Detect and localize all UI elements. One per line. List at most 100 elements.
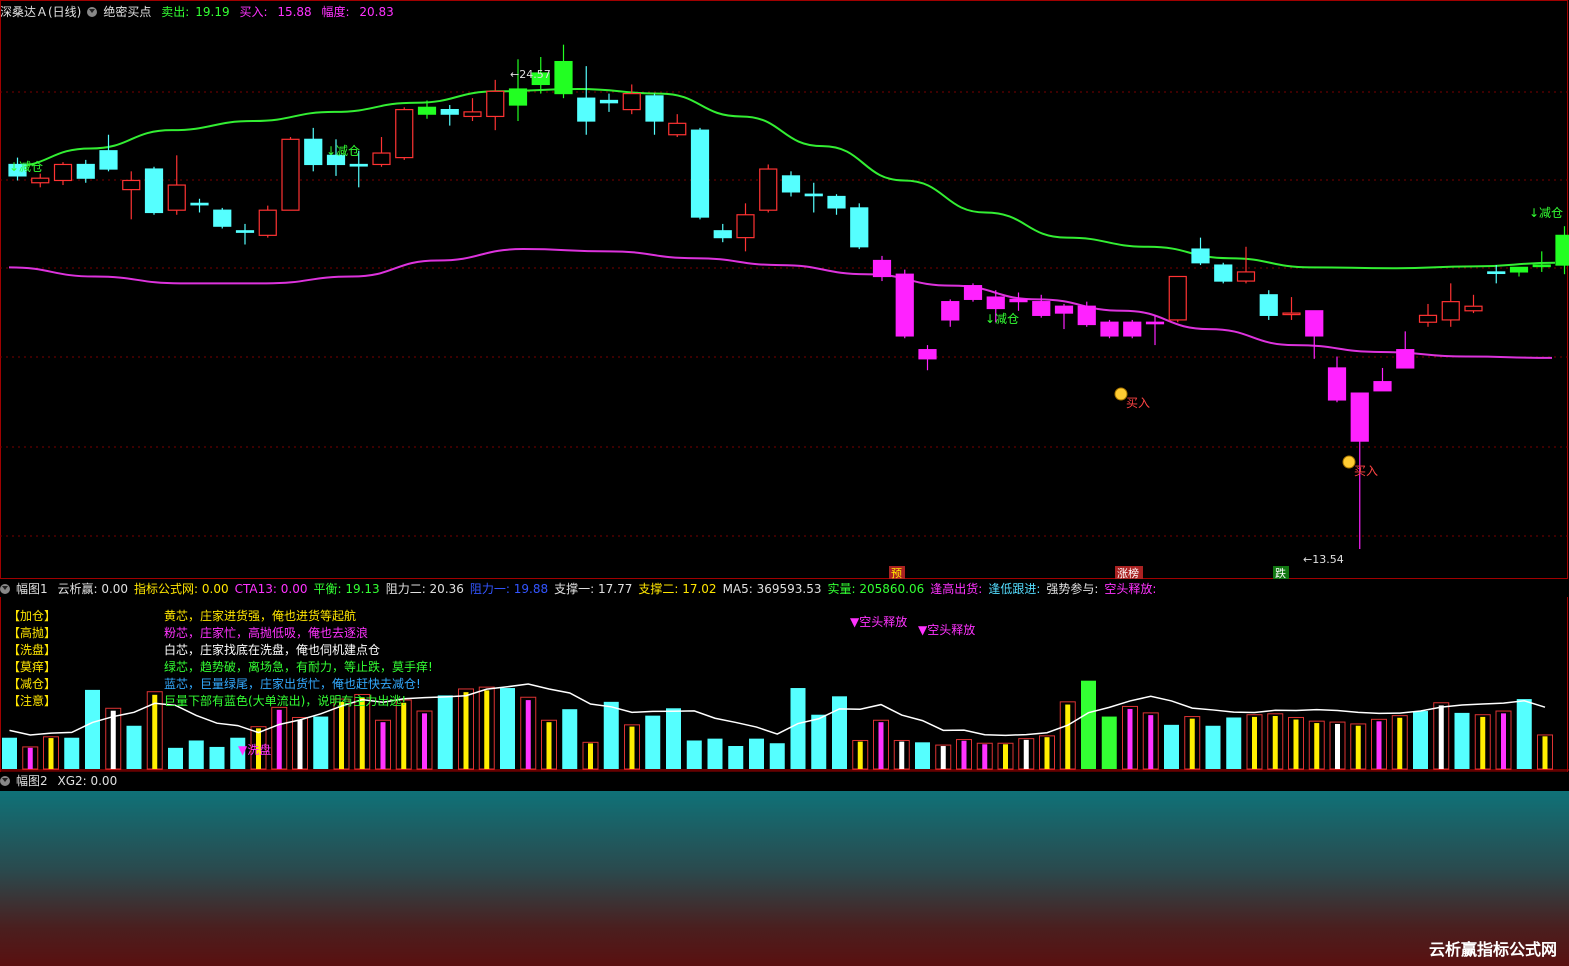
candle-body [577, 97, 596, 122]
pane1-value-4: 阻力二: 20.36 [385, 582, 464, 596]
brand-watermark: 云析赢指标公式网 [1428, 940, 1557, 959]
candle-body [918, 349, 937, 360]
candle-body [1350, 392, 1369, 442]
candle-body [76, 163, 95, 179]
candle-body [258, 209, 277, 236]
volume-bar-core [1148, 715, 1154, 769]
volume-bar-body [1516, 699, 1532, 769]
candle-body [1100, 321, 1119, 337]
candle [1509, 266, 1529, 277]
short-release-signal-1: ▼空头释放 [850, 615, 908, 629]
volume-bar [209, 746, 225, 769]
candle-body [281, 138, 300, 211]
candle-body [1282, 312, 1301, 316]
pane1-value-13: 空头释放: [1104, 582, 1157, 596]
volume-bar-core [401, 702, 407, 769]
reduce-signal: ↓减仓 [326, 144, 360, 158]
candlestick-chart[interactable]: ↓减仓↓减仓↓减仓↓减仓←24.57←13.54买入买入预 涨榜跌 [0, 0, 1569, 580]
lower-band-line [8, 248, 1553, 359]
candle-body [144, 168, 164, 214]
candle [1305, 310, 1324, 359]
candle [918, 345, 937, 371]
pane1-value-9: 实量: 205860.06 [827, 582, 925, 596]
candle [599, 93, 619, 112]
volume-bar [375, 719, 391, 770]
pane2-toggle-icon[interactable] [0, 776, 10, 786]
volume-bar [666, 708, 681, 769]
pane1-value-0: 云析赢: 0.00 [57, 582, 129, 596]
volume-bar [416, 710, 433, 770]
volume-bar-core [339, 701, 344, 769]
candle-body [1236, 271, 1256, 282]
volume-bar-body [168, 747, 183, 769]
volume-bar-core [961, 740, 967, 769]
volume-bar [1164, 724, 1179, 769]
volume-bar [1495, 710, 1512, 770]
volume-bar [168, 747, 183, 769]
candle-body [417, 106, 437, 115]
volume-bar [915, 742, 930, 769]
candle-body [1259, 294, 1278, 316]
volume-bar-core [276, 709, 282, 769]
candle-body [690, 129, 710, 218]
candle [1191, 237, 1210, 266]
volume-bar-body [1454, 712, 1470, 769]
volume-bar [645, 715, 661, 769]
reduce-signal: ↓减仓 [9, 160, 43, 174]
candle [1100, 319, 1119, 339]
candle [463, 98, 482, 122]
candle-body [554, 60, 573, 95]
volume-bar-body [707, 738, 723, 769]
candle-body [1145, 321, 1165, 325]
candle [713, 223, 732, 243]
volume-bar [935, 744, 952, 770]
candle [1214, 262, 1233, 284]
volume-bar [500, 688, 515, 769]
pane1-toggle-icon[interactable] [0, 584, 10, 594]
candle [1236, 246, 1256, 284]
candle-body [122, 179, 141, 191]
candle-body [1464, 305, 1483, 312]
pane2-name[interactable]: 幅图2 [16, 774, 48, 788]
candle-body [1032, 301, 1051, 316]
tag-zhang: 涨榜 [1117, 566, 1139, 580]
candle [1282, 297, 1301, 320]
candle [1054, 303, 1074, 330]
candle [53, 162, 73, 186]
legend-row: 【高抛】 粉芯，庄家忙，高抛低吸，俺也去逐浪 [8, 625, 368, 642]
candle-body [349, 163, 368, 167]
buy-signal: 买入 [1354, 464, 1378, 478]
volume-bar [1246, 714, 1263, 770]
volume-bar-core [629, 726, 635, 769]
candle-body [372, 152, 391, 166]
volume-bar-core [1480, 716, 1486, 769]
reduce-signal: ↓减仓 [985, 312, 1019, 326]
volume-bar-body [209, 746, 225, 769]
volume-bar [395, 699, 412, 770]
volume-bar [1059, 701, 1076, 770]
volume-bar [769, 743, 785, 769]
volume-bar [1516, 699, 1532, 769]
candle-body [1168, 275, 1187, 321]
candle [1487, 265, 1506, 284]
pane1-name[interactable]: 幅图1 [16, 582, 48, 596]
volume-bar-core [588, 743, 593, 769]
volume-bar [188, 740, 204, 769]
volume-bar [562, 709, 578, 769]
pane1-header: 幅图1 云析赢: 0.00 指标公式网: 0.00 CTA13: 0.00 平衡: 1… [0, 581, 1569, 597]
volume-bar-core [940, 746, 946, 769]
pane1-value-3: 平衡: 19.13 [313, 582, 380, 596]
candle [486, 79, 505, 131]
volume-bar-body [769, 743, 785, 769]
volume-bar-body [915, 742, 930, 769]
chart-frame [0, 0, 1568, 579]
legend-row: 【洗盘】 白芯，庄家找底在洗盘，俺也伺机建点仓 [8, 642, 380, 659]
candle-body [1327, 367, 1347, 401]
volume-bar [43, 736, 59, 770]
pane2-header: 幅图2 XG2: 0.00 [0, 773, 123, 789]
candle-body [31, 177, 50, 184]
volume-bar-core [1314, 723, 1320, 769]
candle [1532, 251, 1551, 272]
candle [1259, 290, 1278, 320]
candle [736, 203, 755, 252]
